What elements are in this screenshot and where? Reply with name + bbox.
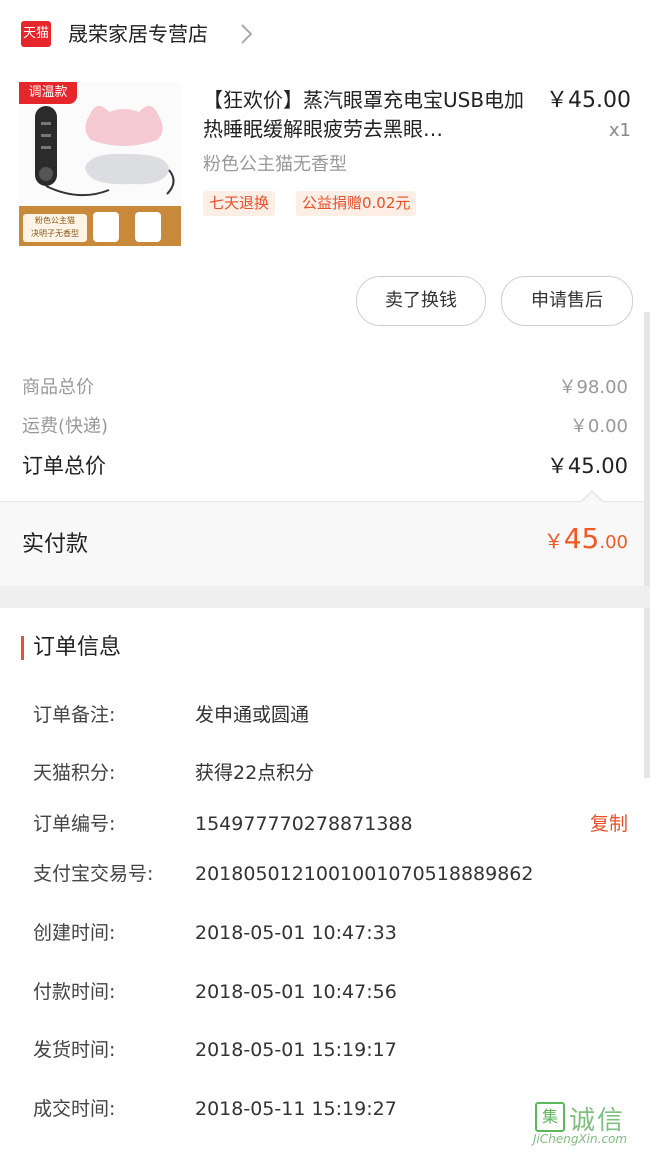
store-name[interactable]: 晟荣家居专营店 <box>68 21 208 47</box>
info-value: 2018050121001001070518889862 <box>195 863 534 885</box>
product-price: ￥45.00 <box>546 88 631 113</box>
shipping-value: ￥0.00 <box>569 416 628 437</box>
tmall-logo: 天猫 <box>21 21 51 47</box>
info-key: 天猫积分: <box>33 762 116 784</box>
shipping-label: 运费(快递) <box>22 416 109 437</box>
paid-currency: ￥ <box>543 529 564 553</box>
info-key: 创建时间: <box>33 922 116 944</box>
pointer-notch-fill <box>582 492 602 502</box>
info-value: 发申通或圆通 <box>195 704 310 726</box>
goods-total-label: 商品总价 <box>22 377 94 398</box>
info-value: 2018-05-01 15:19:17 <box>195 1039 397 1061</box>
info-key: 订单编号: <box>33 813 116 835</box>
info-value: 2018-05-01 10:47:33 <box>195 922 397 944</box>
image-footer: 粉色公主猫 决明子无香型 <box>19 206 181 246</box>
info-key: 支付宝交易号: <box>33 863 154 885</box>
section-accent-bar <box>21 636 24 660</box>
section-gap <box>0 586 650 608</box>
info-value: 154977770278871388 <box>195 813 413 835</box>
promo-tag-return: 七天退换 <box>203 191 276 216</box>
watermark-mark: 集 <box>535 1102 565 1132</box>
product-quantity: x1 <box>608 120 631 141</box>
info-key: 付款时间: <box>33 981 116 1003</box>
goods-total-value: ￥98.00 <box>558 377 628 398</box>
product-title[interactable]: 【狂欢价】蒸汽眼罩充电宝USB电加热睡眠缓解眼疲劳去黑眼… <box>203 86 533 144</box>
image-badge: 调温款 <box>19 82 77 104</box>
store-header[interactable]: 天猫 晟荣家居专营店 <box>0 0 650 68</box>
image-tag: 粉色公主猫 决明子无香型 <box>23 214 87 242</box>
feature-icon <box>135 212 161 242</box>
paid-decimal: .00 <box>599 532 628 553</box>
order-total-value: ￥45.00 <box>546 454 628 478</box>
info-key: 订单备注: <box>33 704 116 726</box>
resell-button[interactable]: 卖了换钱 <box>356 276 486 326</box>
feature-icon <box>93 212 119 242</box>
order-info-title: 订单信息 <box>33 635 122 660</box>
order-total-label: 订单总价 <box>22 454 106 478</box>
product-sku: 粉色公主猫无香型 <box>203 154 347 175</box>
paid-integer: 45 <box>563 522 600 555</box>
chevron-right-icon[interactable] <box>236 20 258 48</box>
copy-button[interactable]: 复制 <box>590 810 628 838</box>
watermark-url: JiChengXin.com <box>533 1132 628 1146</box>
after-sale-button[interactable]: 申请售后 <box>501 276 633 326</box>
info-value: 2018-05-01 10:47:56 <box>195 981 397 1003</box>
scrollbar[interactable] <box>644 312 650 778</box>
divider <box>0 501 644 502</box>
paid-amount: ￥45.00 <box>544 522 628 555</box>
watermark: 集 诚信 JiChengXin.com <box>533 1100 648 1148</box>
info-key: 成交时间: <box>33 1098 116 1120</box>
promo-tag-charity: 公益捐赠0.02元 <box>296 191 417 216</box>
info-key: 发货时间: <box>33 1039 116 1061</box>
paid-label: 实付款 <box>22 532 89 557</box>
info-value: 2018-05-11 15:19:27 <box>195 1098 397 1120</box>
info-value: 获得22点积分 <box>195 762 315 784</box>
product-image[interactable]: 调温款 粉色公主猫 决明子无香型 <box>19 82 181 246</box>
